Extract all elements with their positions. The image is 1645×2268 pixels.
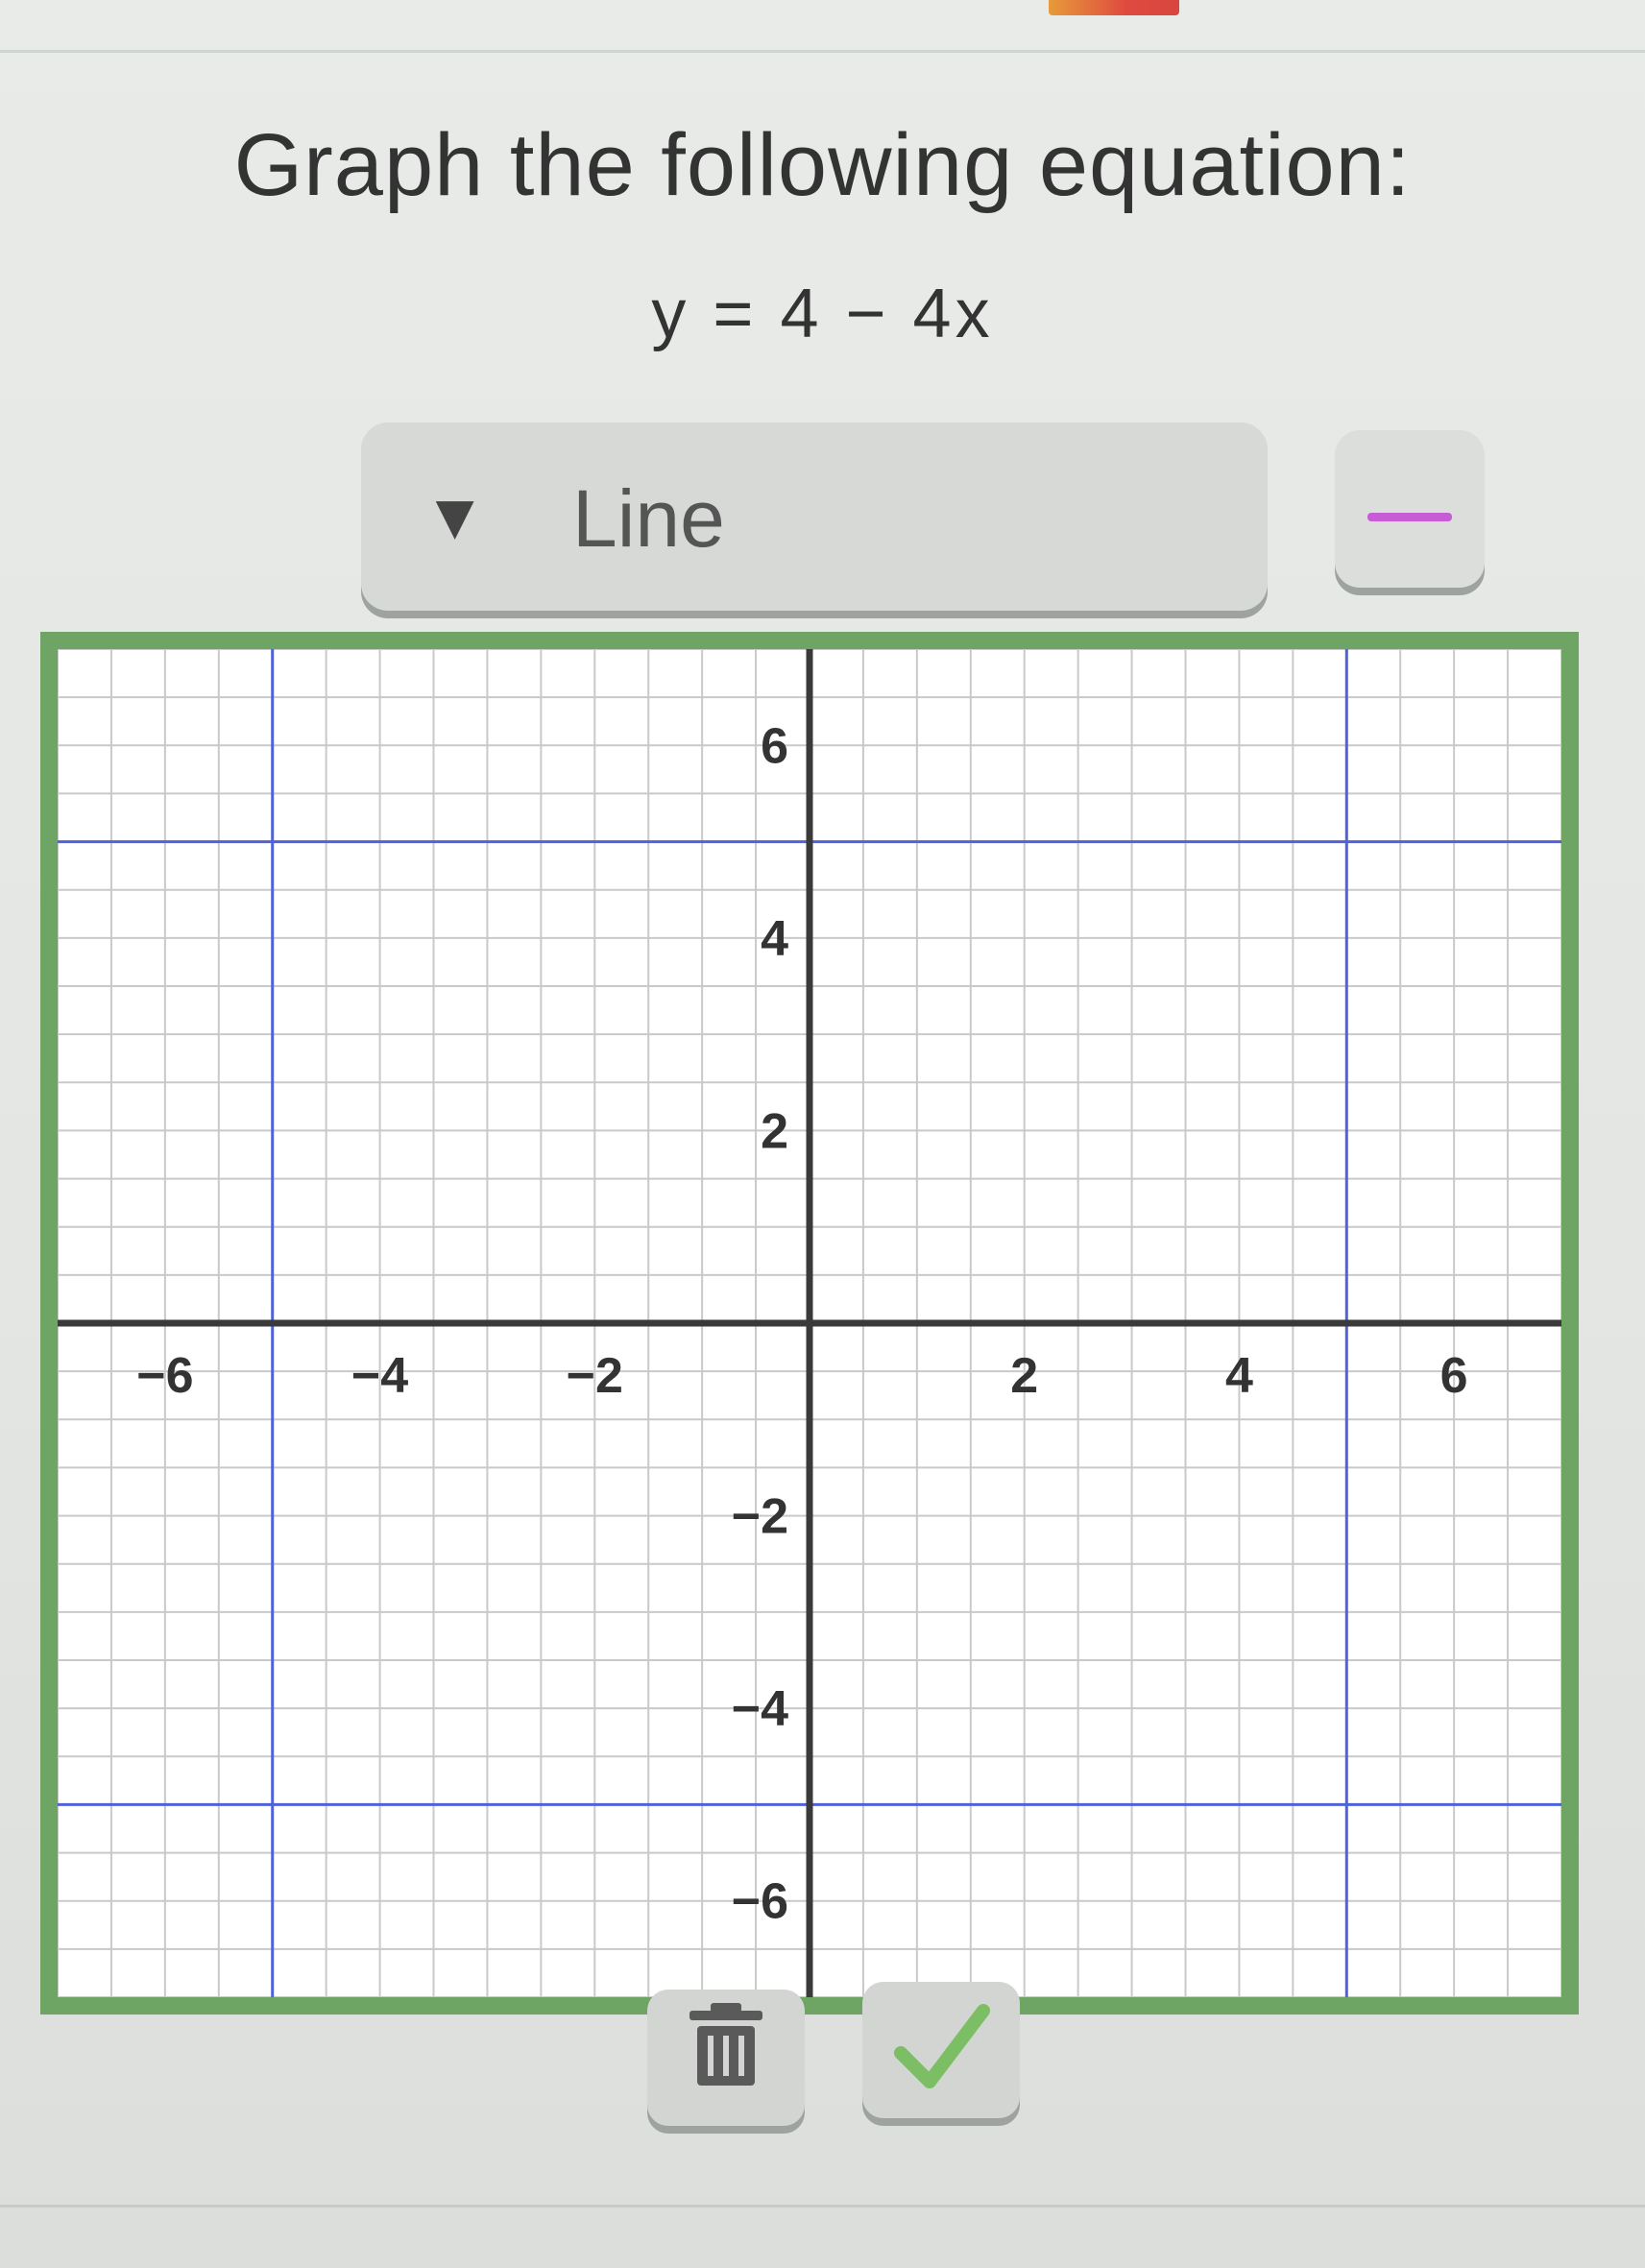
check-icon xyxy=(894,2004,990,2088)
graph-panel[interactable]: −6 −4 −2 2 4 6 6 4 2 −2 −4 −6 xyxy=(40,632,1579,2015)
x-tick-label: −4 xyxy=(351,1348,408,1404)
y-tick-label: 4 xyxy=(761,911,788,967)
y-tick-label: −2 xyxy=(732,1489,788,1545)
x-tick-label: −2 xyxy=(567,1348,623,1404)
delete-button[interactable] xyxy=(647,1990,805,2126)
x-tick-label: −6 xyxy=(136,1348,193,1404)
graph-tool-select[interactable]: ▼ Line xyxy=(361,422,1268,611)
bottom-divider xyxy=(0,2205,1645,2208)
color-swatch xyxy=(1367,513,1452,521)
coordinate-grid[interactable]: −6 −4 −2 2 4 6 6 4 2 −2 −4 −6 xyxy=(40,632,1579,2015)
submit-check-button[interactable] xyxy=(862,1982,1020,2118)
equation-text: y = 4 − 4x xyxy=(651,276,994,352)
trash-icon xyxy=(689,2003,762,2086)
top-divider xyxy=(0,50,1645,53)
caret-down-icon: ▼ xyxy=(423,480,488,553)
x-tick-label: 6 xyxy=(1440,1348,1468,1404)
line-color-button[interactable] xyxy=(1335,430,1485,588)
y-tick-label: −6 xyxy=(732,1874,788,1930)
prompt-heading: Graph the following equation: xyxy=(233,116,1412,214)
y-tick-label: 2 xyxy=(761,1103,788,1159)
tool-select-label: Line xyxy=(572,473,725,564)
y-tick-label: −4 xyxy=(732,1681,788,1737)
x-tick-label: 2 xyxy=(1010,1348,1038,1404)
x-tick-label: 4 xyxy=(1225,1348,1253,1404)
y-tick-label: 6 xyxy=(761,718,788,774)
top-accent-bar xyxy=(1049,0,1179,15)
